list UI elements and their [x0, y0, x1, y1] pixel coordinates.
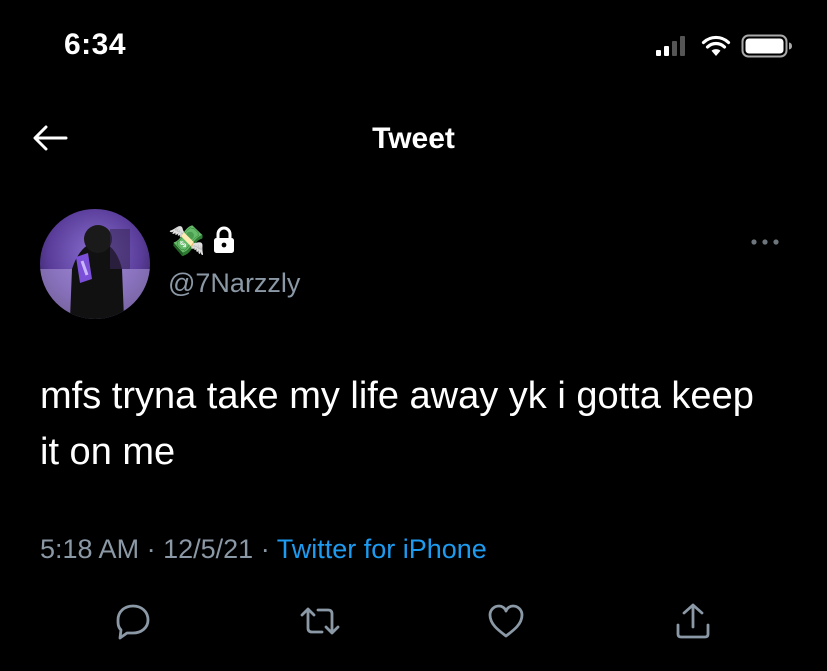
- cellular-signal-icon: [655, 35, 691, 62]
- tweet-source-link[interactable]: Twitter for iPhone: [277, 534, 487, 564]
- more-icon: [750, 233, 780, 251]
- page-title: Tweet: [372, 122, 455, 155]
- battery-icon: [741, 34, 793, 63]
- display-name[interactable]: 💸: [168, 222, 237, 262]
- tweet-screen: 6:34 Tweet 💸 @7Narzzly mfs tryna take my…: [0, 0, 827, 671]
- tweet-meta: 5:18 AM · 12/5/21 · Twitter for iPhone: [40, 534, 487, 565]
- money-with-wings-emoji: 💸: [168, 225, 206, 258]
- tweet-date: 12/5/21: [163, 534, 254, 564]
- author-handle[interactable]: @7Narzzly: [168, 268, 300, 299]
- reply-icon: [113, 601, 153, 646]
- tweet-text: mfs tryna take my life away yk i gotta k…: [40, 375, 754, 473]
- like-button[interactable]: [481, 598, 531, 648]
- more-options-button[interactable]: [743, 232, 787, 252]
- status-time: 6:34: [64, 28, 127, 61]
- status-icons: [655, 34, 793, 63]
- retweet-icon: [298, 601, 342, 646]
- wifi-icon: [701, 35, 731, 62]
- meta-separator: ·: [146, 534, 156, 564]
- reply-button[interactable]: [108, 598, 158, 648]
- avatar[interactable]: [40, 209, 150, 319]
- meta-separator: ·: [260, 534, 270, 564]
- retweet-button[interactable]: [295, 598, 345, 648]
- lock-icon: [211, 226, 237, 259]
- share-button[interactable]: [668, 598, 718, 648]
- tweet-time: 5:18 AM: [40, 534, 140, 564]
- share-icon: [673, 601, 713, 646]
- like-icon: [486, 601, 526, 646]
